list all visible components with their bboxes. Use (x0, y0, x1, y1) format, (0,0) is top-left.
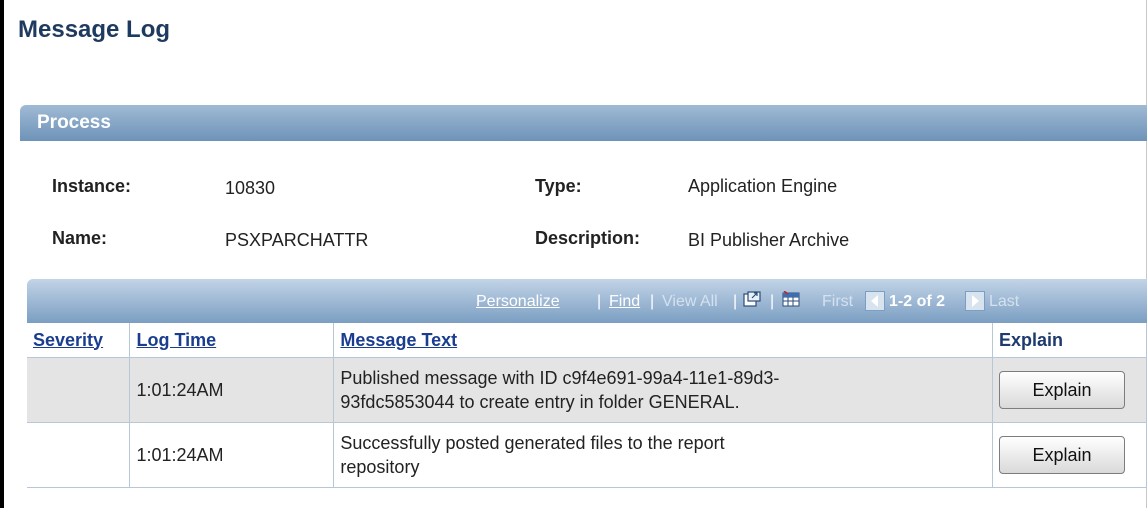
log-time-header-label[interactable]: Log Time (136, 330, 216, 350)
left-border (0, 0, 4, 508)
message-log-grid: Severity Log Time Message Text Explain 1… (27, 323, 1147, 488)
message-text-column-header[interactable]: Message Text (333, 323, 993, 358)
process-section-title: Process (37, 112, 111, 133)
name-value: PSXPARCHATTR (225, 230, 369, 250)
description-value: BI Publisher Archive (688, 230, 850, 250)
table-row: 1:01:24AM Successfully posted generated … (27, 422, 1147, 488)
type-value: Application Engine (688, 176, 838, 196)
toolbar-separator: | (597, 293, 602, 310)
toolbar-separator: | (733, 293, 738, 310)
last-label: Last (989, 293, 1020, 310)
row-range: 1-2 of 2 (889, 293, 946, 310)
message-text-cell: Successfully posted generated files to t… (333, 422, 993, 488)
log-time-cell: 1:01:24AM (129, 357, 335, 423)
severity-cell (27, 357, 131, 423)
grid-header-row: Severity Log Time Message Text Explain (27, 323, 1147, 358)
find-link[interactable]: Find (609, 293, 640, 311)
message-text-line: repository (340, 457, 420, 477)
process-section-header: Process (20, 105, 1147, 141)
personalize-link[interactable]: Personalize (476, 293, 560, 311)
log-time-column-header[interactable]: Log Time (129, 323, 335, 358)
instance-value: 10830 (225, 178, 276, 198)
explain-cell: Explain (992, 357, 1147, 423)
page-title: Message Log (18, 16, 171, 43)
explain-column-header: Explain (992, 323, 1147, 358)
message-text-line: Published message with ID c9f4e691-99a4-… (340, 368, 780, 388)
new-window-icon[interactable] (743, 291, 761, 307)
explain-button[interactable]: Explain (999, 371, 1125, 409)
description-label: Description: (535, 228, 641, 248)
message-text-line: Successfully posted generated files to t… (340, 433, 725, 453)
previous-arrow-icon[interactable] (865, 291, 885, 311)
instance-label: Instance: (52, 176, 132, 196)
table-row: 1:01:24AM Published message with ID c9f4… (27, 357, 1147, 423)
explain-cell: Explain (992, 422, 1147, 488)
explain-button[interactable]: Explain (999, 436, 1125, 474)
toolbar-separator: | (770, 293, 775, 310)
message-text-cell: Published message with ID c9f4e691-99a4-… (333, 357, 993, 423)
view-all-link[interactable]: View All (662, 293, 718, 311)
message-text-header-label[interactable]: Message Text (340, 330, 457, 350)
download-to-excel-icon[interactable] (782, 290, 800, 307)
severity-column-header[interactable]: Severity (27, 323, 131, 358)
log-time-cell: 1:01:24AM (129, 422, 335, 488)
name-label: Name: (52, 228, 108, 248)
first-label: First (822, 293, 854, 310)
severity-cell (27, 422, 131, 488)
type-label: Type: (535, 176, 582, 196)
grid-toolbar: Personalize | Find | View All | | First … (27, 279, 1147, 323)
message-text-line: 93fdc5853044 to create entry in folder G… (340, 392, 740, 412)
next-arrow-icon[interactable] (965, 291, 985, 311)
toolbar-separator: | (650, 293, 655, 310)
severity-header-label[interactable]: Severity (33, 330, 103, 350)
